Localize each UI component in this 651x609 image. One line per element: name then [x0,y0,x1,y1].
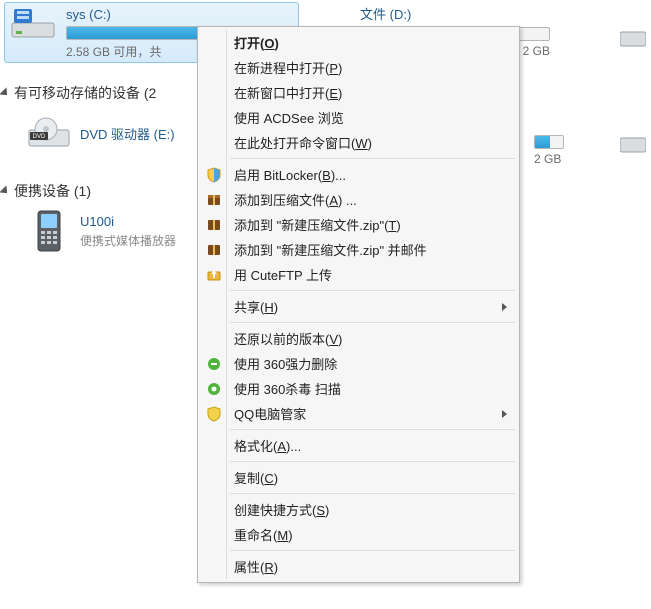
hdd-icon-partial [620,24,646,48]
360-scan-icon [205,380,223,398]
hdd-icon [8,5,58,43]
menu-share[interactable]: 共享(H) [200,294,517,319]
360-delete-icon [205,355,223,373]
ftp-icon [205,266,223,284]
menu-open-new-process[interactable]: 在新进程中打开(P) [200,55,517,80]
menu-separator [230,429,515,430]
section-portable-label: 便携设备 (1) [14,181,91,201]
shield-icon [205,166,223,184]
menu-separator [230,158,515,159]
disclosure-triangle-icon [0,87,11,98]
menu-format[interactable]: 格式化(A)... [200,433,517,458]
menu-separator [230,322,515,323]
menu-properties[interactable]: 属性(R) [200,554,517,579]
menu-360-antivirus-scan[interactable]: 使用 360杀毒 扫描 [200,376,517,401]
menu-360-force-delete[interactable]: 使用 360强力删除 [200,351,517,376]
menu-separator [230,493,515,494]
submenu-arrow-icon [502,410,507,418]
archive-icon [205,216,223,234]
menu-separator [230,461,515,462]
menu-qq-guard[interactable]: QQ电脑管家 [200,401,517,426]
menu-open-cmd-here[interactable]: 在此处打开命令窗口(W) [200,130,517,155]
context-menu: 打开(O) 在新进程中打开(P) 在新窗口中打开(E) 使用 ACDSee 浏览… [197,26,520,583]
archive-mail-icon [205,241,223,259]
device-phone-sub: 便携式媒体播放器 [80,232,176,249]
drive-f-fill [535,136,550,148]
archive-icon [205,191,223,209]
drive-d-label: 文件 (D:) [360,4,640,23]
menu-bitlocker[interactable]: 启用 BitLocker(B)... [200,162,517,187]
device-phone-label: U100i [80,214,176,229]
menu-create-shortcut[interactable]: 创建快捷方式(S) [200,497,517,522]
menu-copy[interactable]: 复制(C) [200,465,517,490]
menu-open[interactable]: 打开(O) [200,30,517,55]
device-dvd-label: DVD 驱动器 (E:) [80,124,175,143]
drive-f-stat-tail: 2 GB [534,152,564,166]
menu-separator [230,290,515,291]
qq-guard-icon [205,405,223,423]
drive-f-capacity-bar [534,135,564,149]
phone-icon [28,211,70,251]
drive-f[interactable]: 2 GB [534,135,564,166]
menu-cuteftp-upload[interactable]: 用 CuteFTP 上传 [200,262,517,287]
menu-rename[interactable]: 重命名(M) [200,522,517,547]
menu-add-to-zip-and-mail[interactable]: 添加到 "新建压缩文件.zip" 并邮件 [200,237,517,262]
menu-acdsee[interactable]: 使用 ACDSee 浏览 [200,105,517,130]
menu-restore-previous[interactable]: 还原以前的版本(V) [200,326,517,351]
menu-add-to-zip[interactable]: 添加到 "新建压缩文件.zip"(T) [200,212,517,237]
menu-open-new-window[interactable]: 在新窗口中打开(E) [200,80,517,105]
disclosure-triangle-icon [0,185,11,196]
menu-add-to-archive[interactable]: 添加到压缩文件(A) ... [200,187,517,212]
section-removable-label: 有可移动存储的设备 (2 [14,83,156,103]
dvd-drive-icon: DVD [28,113,70,153]
drive-c-label: sys (C:) [66,7,295,22]
svg-text:DVD: DVD [33,134,46,140]
submenu-arrow-icon [502,303,507,311]
menu-separator [230,550,515,551]
hdd-icon-partial-2 [620,130,646,154]
